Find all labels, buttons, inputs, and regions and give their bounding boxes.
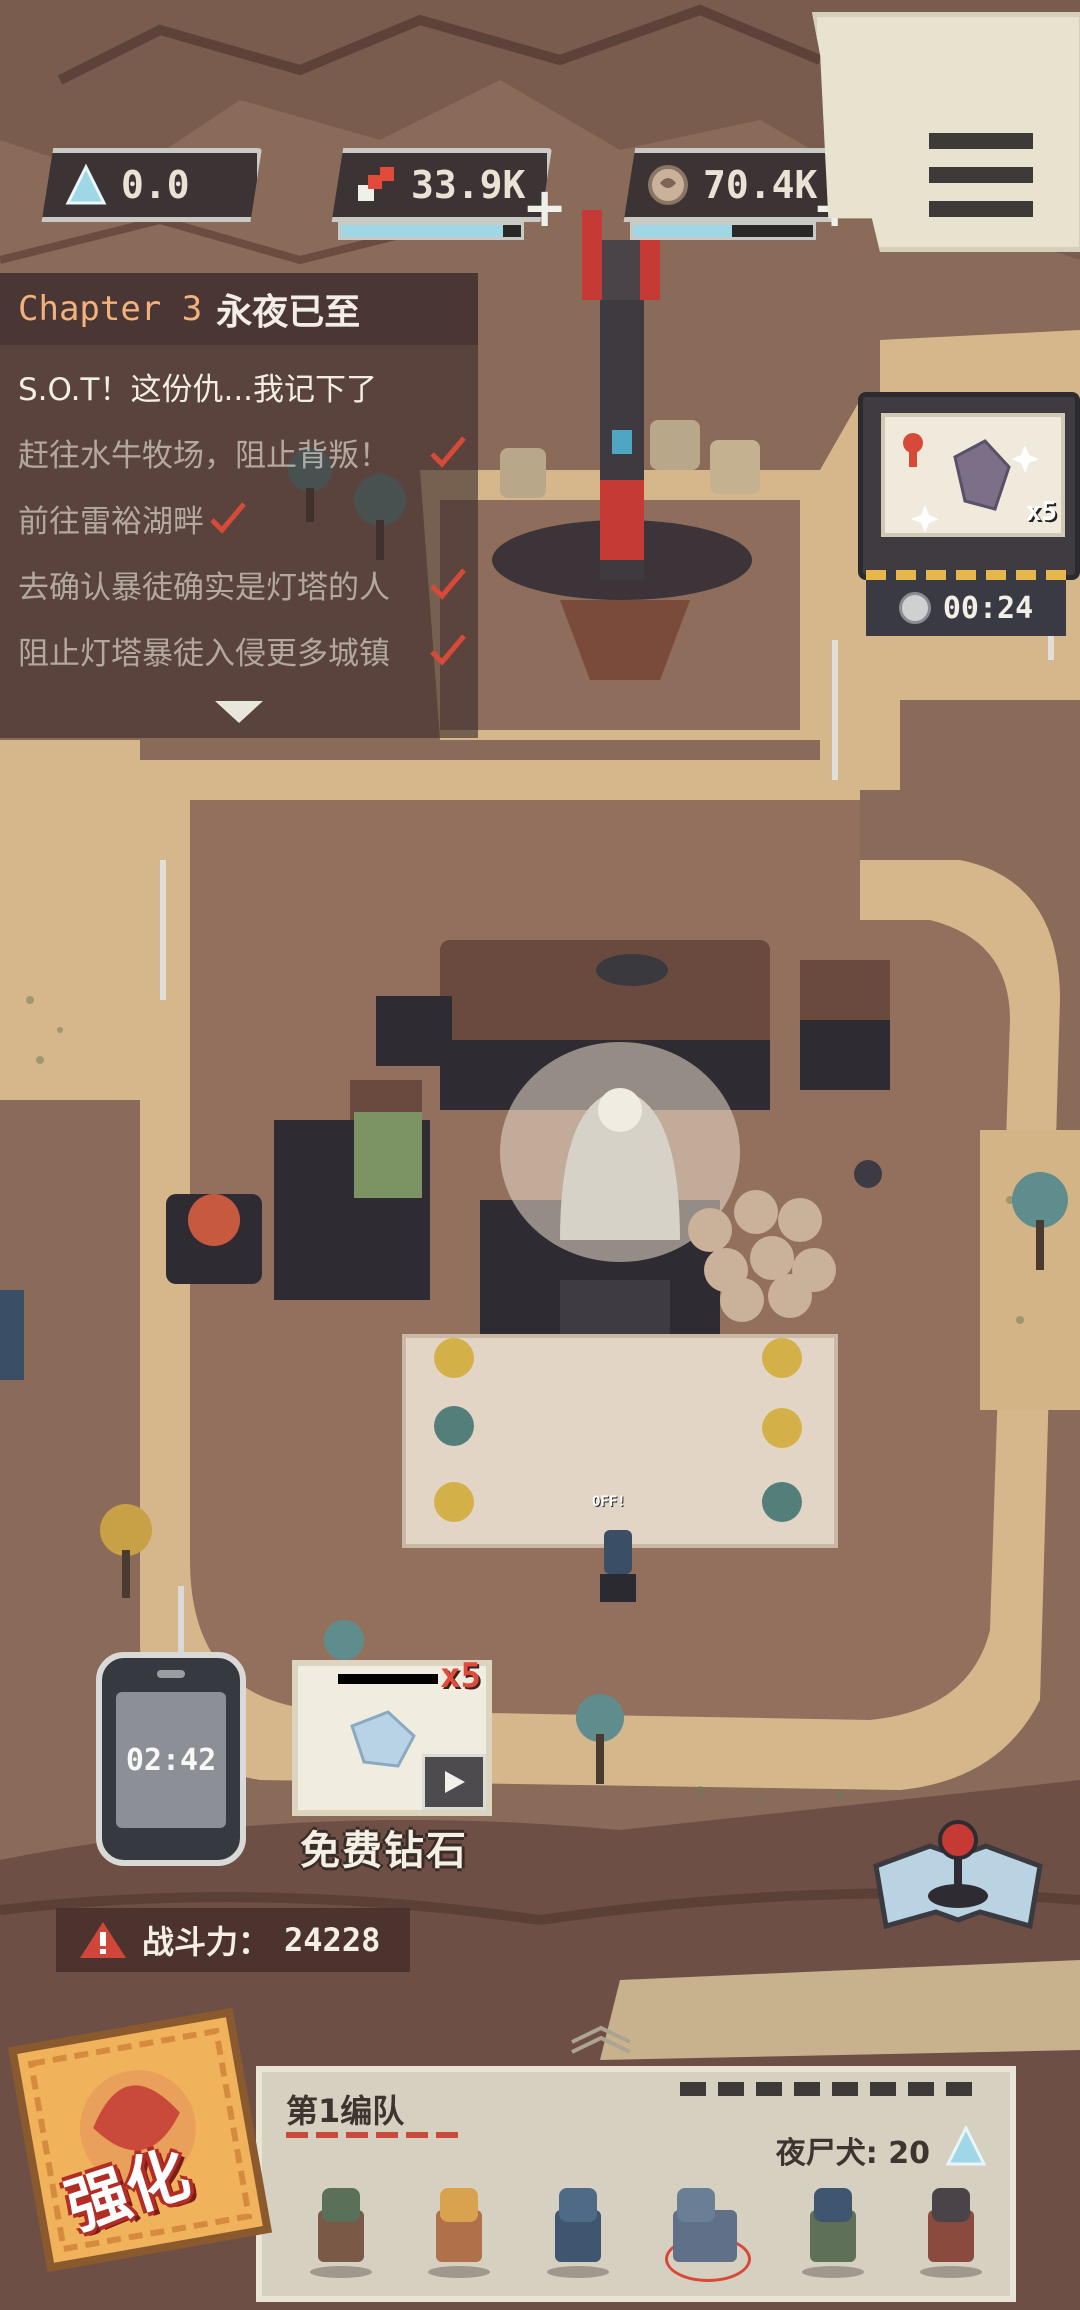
parts-counter[interactable]: 33.9K	[331, 148, 552, 222]
quest-item-text: S.O.T！这份仇...我记下了	[18, 371, 378, 408]
drawer-handle-icon[interactable]	[566, 2024, 636, 2054]
quest-item-text: 阻止灯塔暴徒入侵更多城镇	[18, 635, 390, 672]
team-unit[interactable]	[302, 2182, 380, 2282]
crystal-icon	[63, 162, 109, 208]
power-display[interactable]: 战斗力： 24228	[56, 1908, 410, 1972]
menu-bar-3	[929, 201, 1033, 217]
event-card[interactable]: x5	[858, 392, 1080, 580]
team-unit[interactable]	[794, 2182, 872, 2282]
team-underline	[286, 2132, 466, 2138]
quest-panel[interactable]: Chapter 3 永夜已至 S.O.T！这份仇...我记下了 赶往水牛牧场，阻…	[0, 273, 478, 738]
expand-arrow-icon[interactable]	[215, 701, 263, 723]
coin-progress	[630, 222, 816, 240]
quest-chapter: Chapter 3	[18, 289, 203, 329]
quest-item[interactable]: 去确认暴徒确实是灯塔的人	[0, 551, 478, 617]
phone-timer: 02:42	[116, 1692, 226, 1828]
free-diamond-label: 免费钻石	[300, 1828, 468, 1874]
team-unit[interactable]	[420, 2182, 498, 2282]
quest-item[interactable]: 赶往水牛牧场，阻止背叛！	[0, 419, 478, 485]
event-multiplier: x5	[1025, 497, 1057, 527]
crystal-counter[interactable]: 0.0	[41, 148, 262, 222]
coin-value: 70.4K	[703, 163, 818, 207]
joystick-button[interactable]	[870, 1816, 1046, 1942]
event-timer: 00:24	[866, 570, 1066, 636]
parts-add-button[interactable]: +	[522, 181, 567, 235]
quest-item-text: 前往雷裕湖畔	[18, 503, 204, 540]
checkmark-icon	[210, 502, 246, 534]
parts-value: 33.9K	[411, 163, 526, 207]
off-sign-label: OFF!	[592, 1494, 626, 1510]
coin-counter[interactable]: 70.4K	[623, 148, 844, 222]
quest-item[interactable]: 阻止灯塔暴徒入侵更多城镇	[0, 617, 478, 683]
crystal-value: 0.0	[121, 163, 190, 207]
team-name: 第1编队	[286, 2092, 405, 2130]
quest-item[interactable]: 前往雷裕湖畔	[0, 485, 478, 551]
play-video-icon[interactable]	[422, 1754, 486, 1810]
team-panel[interactable]: 第1编队 夜尸犬: 20	[256, 2066, 1016, 2302]
quest-item-text: 去确认暴徒确实是灯塔的人	[18, 569, 390, 606]
team-unit-list	[302, 2182, 990, 2292]
free-diamond-multiplier: x5	[440, 1656, 481, 1696]
team-unit[interactable]	[657, 2182, 753, 2282]
quest-header[interactable]: Chapter 3 永夜已至	[0, 273, 478, 345]
quest-item[interactable]: S.O.T！这份仇...我记下了	[0, 353, 478, 419]
phone-antenna	[178, 1586, 184, 1652]
coin-icon	[645, 162, 691, 208]
team-count: 夜尸犬: 20	[775, 2136, 930, 2171]
menu-bar-1	[929, 133, 1033, 149]
power-value: 24228	[284, 1921, 381, 1959]
quest-item-text: 赶往水牛牧场，阻止背叛！	[18, 437, 390, 474]
checkmark-icon	[430, 634, 466, 666]
checkmark-icon	[430, 568, 466, 600]
game-map[interactable]: OFF! 0.0 33.9K + 70.4K + Chapter 3 永夜已至	[0, 0, 1080, 2310]
checkmark-icon	[430, 436, 466, 468]
menu-button[interactable]	[812, 12, 1080, 252]
event-timer-value: 00:24	[942, 590, 1034, 626]
phone-button[interactable]: 02:42	[96, 1652, 246, 1866]
warning-icon	[78, 1920, 128, 1960]
clock-icon	[898, 592, 931, 624]
parts-icon	[353, 162, 399, 208]
team-unit[interactable]	[539, 2182, 617, 2282]
menu-bar-2	[929, 167, 1033, 183]
quest-title: 永夜已至	[216, 292, 361, 333]
parts-progress	[338, 222, 524, 240]
team-dash-decor	[680, 2082, 980, 2096]
team-unit[interactable]	[912, 2182, 990, 2282]
power-label: 战斗力：	[142, 1923, 271, 1961]
phone-camera	[157, 1670, 185, 1678]
crystal-icon	[946, 2126, 986, 2166]
joystick-icon	[873, 1820, 1043, 1930]
